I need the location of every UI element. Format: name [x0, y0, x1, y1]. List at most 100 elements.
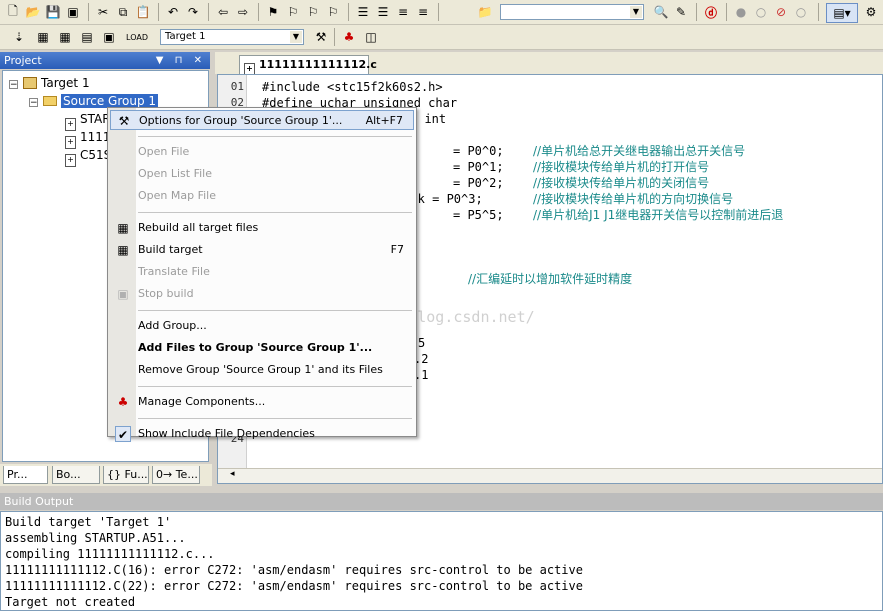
code-line: = P0^0;: [453, 144, 504, 158]
menu-item-add-group[interactable]: Add Group...: [110, 316, 414, 336]
menu-item-show-include-file-dependencies[interactable]: ✔ Show Include File Dependencies: [110, 424, 414, 444]
prev-bookmark-icon[interactable]: ⚐: [284, 3, 302, 21]
collapse-group-icon[interactable]: −: [29, 98, 38, 108]
context-menu: ⚒ Options for Group 'Source Group 1'... Al…: [107, 107, 417, 442]
project-panel-tabs: Pr... Bo... {} Fu... 0→ Te...: [0, 464, 212, 486]
build-output-title: Build Output: [0, 493, 883, 510]
comment-icon[interactable]: ≡: [394, 3, 412, 21]
window-layout-icon[interactable]: ▤▾: [826, 3, 858, 23]
build-output-line: Build target 'Target 1': [5, 515, 172, 529]
indent-icon[interactable]: ☰: [354, 3, 372, 21]
uncomment-icon[interactable]: ≡: [414, 3, 432, 21]
search-combo[interactable]: ▼: [500, 4, 644, 20]
menu-item-add-files-to-group-source-group-1[interactable]: Add Files to Group 'Source Group 1'...: [110, 338, 414, 358]
cut-icon[interactable]: ✂: [94, 3, 112, 21]
code-comment: //接收模块传给单片机的方向切换信号: [533, 192, 734, 206]
tree-file-startup[interactable]: + STAR: [65, 111, 111, 131]
code-comment: //单片机给总开关继电器输出总开关信号: [533, 144, 746, 158]
main-toolbar: 🗋 📂 💾 ▣ ✂ ⧉ 📋 ↶ ↷ ⇦ ⇨ ⚑ ⚐ ⚐ ⚐ ☰ ☰ ≡ ≡ 📁 …: [0, 0, 883, 25]
bookmark-icon[interactable]: ⚑: [264, 3, 282, 21]
build-icon[interactable]: ▦: [34, 28, 52, 46]
copy-icon[interactable]: ⧉: [114, 3, 132, 21]
target-select[interactable]: Target 1 ▼: [160, 29, 304, 45]
find-in-files-icon[interactable]: 📁: [476, 3, 494, 21]
redo-icon[interactable]: ↷: [184, 3, 202, 21]
code-comment: //接收模块传给单片机的关闭信号: [533, 176, 710, 190]
tab-books[interactable]: Bo...: [52, 466, 100, 484]
nav-forward-icon[interactable]: ⇨: [234, 3, 252, 21]
menu-item-label: Add Group...: [138, 319, 207, 332]
build-output-line: compiling 11111111111112.c...: [5, 547, 215, 561]
build-output-line: 11111111111112.C(22): error C272: 'asm/e…: [5, 579, 583, 593]
menu-item-label: Build target: [138, 243, 203, 256]
menu-separator: [138, 418, 412, 419]
menu-item-label: Open Map File: [138, 189, 216, 202]
nav-back-icon[interactable]: ⇦: [214, 3, 232, 21]
menu-item-translate-file[interactable]: Translate File: [110, 262, 414, 282]
tree-file-c51s[interactable]: + C51S: [65, 147, 111, 167]
paste-icon[interactable]: 📋: [134, 3, 152, 21]
open-folder-icon[interactable]: 📂: [24, 3, 42, 21]
download-icon[interactable]: LOAD: [126, 28, 148, 46]
checkmark-icon: ✔: [115, 426, 131, 442]
menu-item-label: Add Files to Group 'Source Group 1'...: [138, 341, 373, 354]
menu-item-manage-components[interactable]: ♣ Manage Components...: [110, 392, 414, 412]
undo-icon[interactable]: ↶: [164, 3, 182, 21]
unindent-icon[interactable]: ☰: [374, 3, 392, 21]
tree-file-main[interactable]: +1111: [65, 129, 111, 149]
tab-templates[interactable]: 0→ Te...: [152, 466, 200, 484]
configure-icon[interactable]: ⚙: [862, 3, 880, 21]
disable-all-breakpoints-icon[interactable]: ○: [792, 3, 810, 21]
kill-breakpoints-icon[interactable]: ⊘: [772, 3, 790, 21]
menu-item-label: Manage Components...: [138, 395, 266, 408]
menu-item-stop-build[interactable]: ▣ Stop build: [110, 284, 414, 304]
save-all-icon[interactable]: ▣: [64, 3, 82, 21]
tab-project[interactable]: Pr...: [3, 466, 48, 484]
menu-item-open-map-file[interactable]: Open Map File: [110, 186, 414, 206]
tab-functions[interactable]: {} Fu...: [103, 466, 149, 484]
batch-build-icon[interactable]: ▤: [78, 28, 96, 46]
debug-icon[interactable]: ⓓ: [702, 3, 720, 21]
chevron-down-icon[interactable]: ▼: [630, 6, 642, 18]
panel-controls[interactable]: ▼ ⊓ ✕: [156, 52, 206, 69]
stop-build-icon[interactable]: ▣: [100, 28, 118, 46]
scroll-left-icon[interactable]: ◂: [230, 469, 235, 479]
incremental-find-icon[interactable]: ✎: [672, 3, 690, 21]
code-comment: //单片机给J1 J1继电器开关信号以控制前进后退: [533, 208, 784, 222]
menu-item-remove-group-source-group-1-and-its-files[interactable]: Remove Group 'Source Group 1' and its Fi…: [110, 360, 414, 380]
target-icon: [23, 77, 37, 89]
tree-node-target[interactable]: Target 1: [23, 75, 90, 92]
menu-item-open-file[interactable]: Open File: [110, 142, 414, 162]
horizontal-scrollbar[interactable]: ◂: [218, 468, 882, 483]
menu-separator: [138, 212, 412, 213]
menu-item-open-list-file[interactable]: Open List File: [110, 164, 414, 184]
select-packs-icon[interactable]: ◫: [362, 28, 380, 46]
new-file-icon[interactable]: 🗋: [4, 3, 22, 21]
menu-item-options-for-group-source-group-1[interactable]: ⚒ Options for Group 'Source Group 1'... Al…: [110, 110, 414, 130]
find-icon[interactable]: 🔍: [652, 3, 670, 21]
collapse-target-icon[interactable]: −: [9, 80, 18, 90]
menu-item-label: Open List File: [138, 167, 213, 180]
chevron-down-icon[interactable]: ▼: [290, 31, 302, 43]
menu-item-label: Options for Group 'Source Group 1'...: [139, 114, 343, 127]
next-bookmark-icon[interactable]: ⚐: [304, 3, 322, 21]
breakpoint-icon[interactable]: ●: [732, 3, 750, 21]
disable-breakpoint-icon[interactable]: ○: [752, 3, 770, 21]
rebuild-icon[interactable]: ▦: [56, 28, 74, 46]
editor-tabbar: +11111111111112.c: [215, 52, 883, 76]
menu-item-rebuild-all-target-files[interactable]: ▦ Rebuild all target files: [110, 218, 414, 238]
build-output-pane[interactable]: Build target 'Target 1' assembling STARTU…: [0, 511, 883, 611]
code-line: = P5^5;: [453, 208, 504, 222]
tab-editor-file[interactable]: +11111111111112.c: [239, 55, 377, 76]
build-output-line: 11111111111112.C(16): error C272: 'asm/e…: [5, 563, 583, 577]
menu-separator: [138, 310, 412, 311]
project-panel-title: Project ▼ ⊓ ✕: [0, 52, 210, 69]
translate-icon[interactable]: ⇣: [10, 28, 28, 46]
target-options-icon[interactable]: ⚒: [312, 28, 330, 46]
code-line: 5: [418, 336, 426, 350]
manage-components-icon[interactable]: ♣: [340, 28, 358, 46]
save-icon[interactable]: 💾: [44, 3, 62, 21]
clear-bookmarks-icon[interactable]: ⚐: [324, 3, 342, 21]
menu-item-build-target[interactable]: ▦ Build target F7: [110, 240, 414, 260]
file-icon: +: [65, 154, 76, 167]
